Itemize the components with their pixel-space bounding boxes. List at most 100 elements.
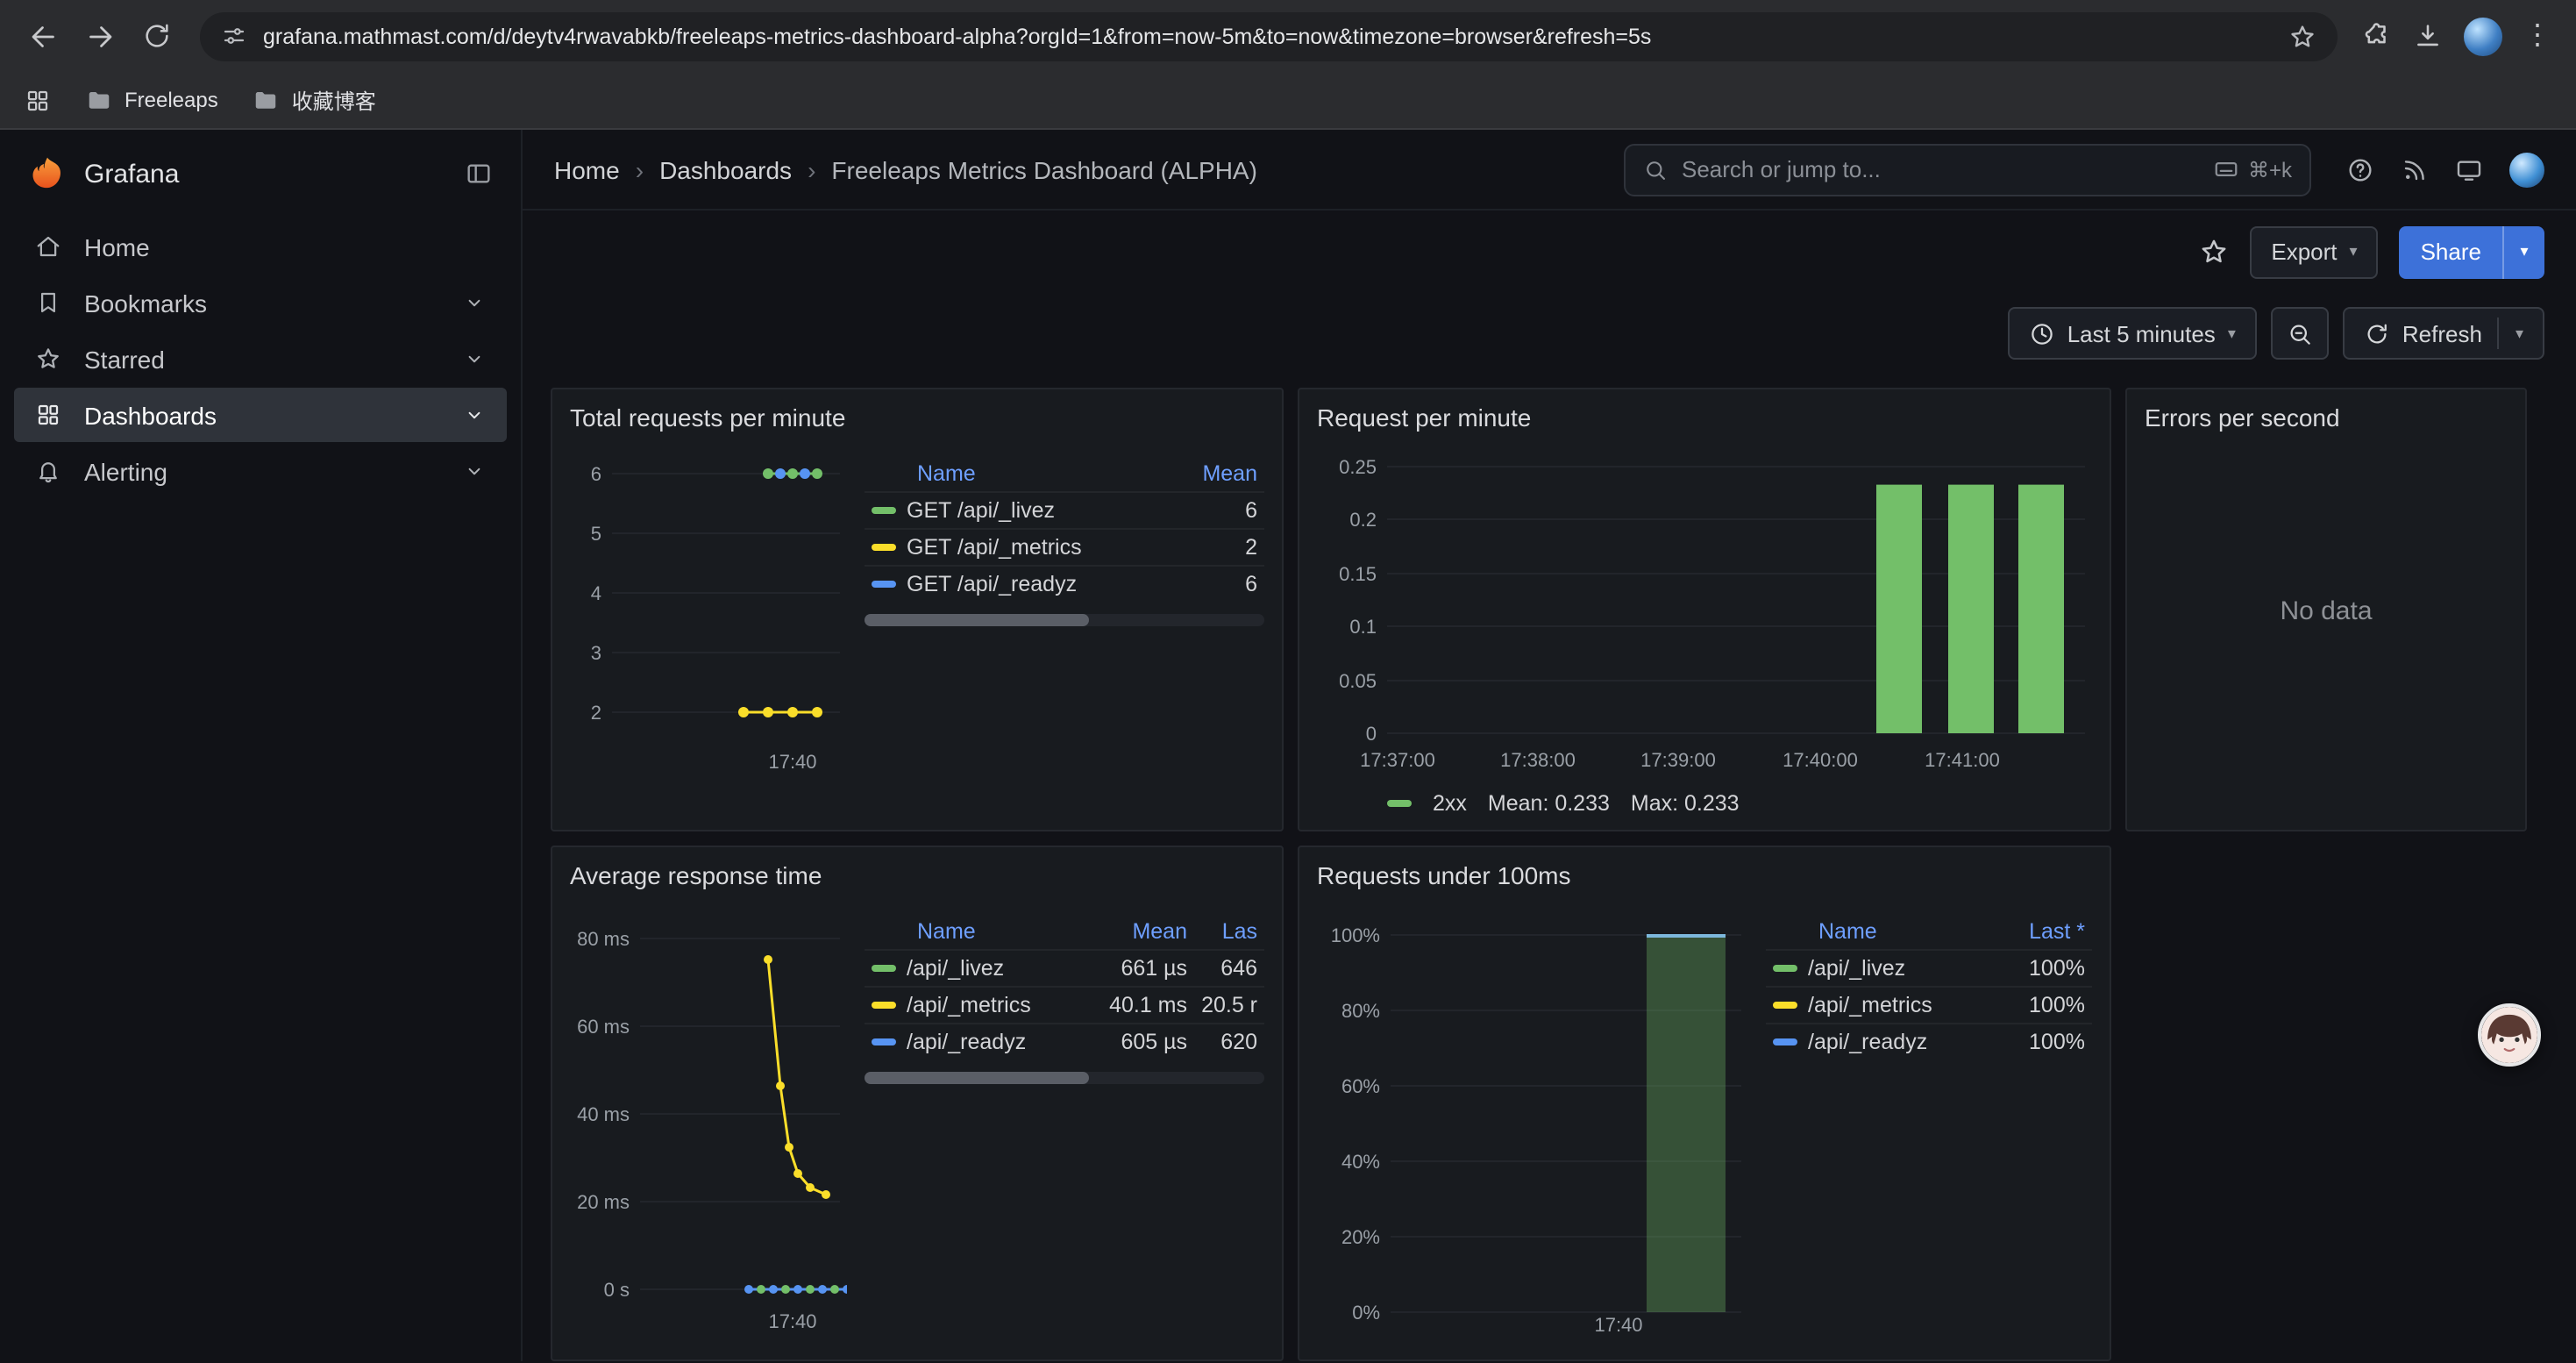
bell-icon bbox=[35, 458, 61, 484]
legend-row[interactable]: GET /api/_readyz 6 bbox=[865, 565, 1264, 602]
chevron-down-icon[interactable] bbox=[463, 460, 486, 482]
total-requests-chart[interactable]: 6 5 4 3 2 17:40 bbox=[570, 435, 847, 779]
export-button[interactable]: Export ▾ bbox=[2250, 225, 2378, 278]
series-name[interactable]: GET /api/_readyz bbox=[907, 572, 1177, 596]
panel-title[interactable]: Average response time bbox=[570, 861, 1264, 889]
axis-tick: 17:40:00 bbox=[1783, 749, 1858, 771]
panel-request-per-minute[interactable]: Request per minute 0.25 0.2 0.15 0.1 bbox=[1298, 388, 2111, 831]
series-name[interactable]: /api/_livez bbox=[1808, 956, 1997, 981]
series-name[interactable]: 2xx bbox=[1433, 791, 1467, 816]
series-name[interactable]: /api/_readyz bbox=[907, 1030, 1078, 1054]
favorite-star-button[interactable] bbox=[2199, 237, 2229, 267]
legend-col-name[interactable]: Name bbox=[917, 461, 1177, 486]
sidebar-item-home[interactable]: Home bbox=[14, 219, 507, 274]
breadcrumb-home[interactable]: Home bbox=[554, 155, 620, 183]
panel-avg-response-time[interactable]: Average response time 80 ms 60 ms 40 ms bbox=[551, 846, 1284, 1361]
share-label[interactable]: Share bbox=[2400, 225, 2502, 278]
legend-col-name[interactable]: Name bbox=[917, 919, 1078, 944]
downloads-icon[interactable] bbox=[2413, 21, 2443, 51]
search-box[interactable]: ⌘+k bbox=[1624, 143, 2311, 196]
reload-button[interactable] bbox=[130, 10, 182, 62]
user-avatar[interactable] bbox=[2509, 152, 2544, 187]
bookmark-star-icon[interactable] bbox=[2288, 22, 2316, 50]
legend-row[interactable]: /api/_livez 100% bbox=[1766, 949, 2092, 986]
refresh-button[interactable]: Refresh ▾ bbox=[2343, 307, 2544, 360]
legend-col-mean[interactable]: Mean bbox=[1187, 461, 1257, 486]
search-input[interactable] bbox=[1682, 156, 2199, 182]
panel-title[interactable]: Errors per second bbox=[2145, 403, 2508, 432]
series-name[interactable]: /api/_livez bbox=[907, 956, 1078, 981]
legend-scrollbar[interactable] bbox=[865, 1072, 1264, 1084]
legend-row[interactable]: /api/_metrics 40.1 ms 20.5 r bbox=[865, 986, 1264, 1023]
browser-menu-icon[interactable]: ⋮ bbox=[2523, 22, 2551, 50]
series-name[interactable]: /api/_readyz bbox=[1808, 1030, 1997, 1054]
panel-errors-per-second[interactable]: Errors per second No data bbox=[2125, 388, 2527, 831]
chevron-down-icon[interactable] bbox=[463, 291, 486, 314]
breadcrumb-sep: › bbox=[636, 155, 644, 183]
axis-tick: 6 bbox=[591, 463, 601, 485]
panel-requests-under-100ms[interactable]: Requests under 100ms 100% 80% bbox=[1298, 846, 2111, 1361]
legend-col-last[interactable]: Last * bbox=[2008, 919, 2085, 944]
apps-grid-icon[interactable] bbox=[25, 87, 51, 113]
legend-row[interactable]: /api/_readyz 605 µs 620 bbox=[865, 1023, 1264, 1060]
sidebar-item-dashboards[interactable]: Dashboards bbox=[14, 388, 507, 442]
avg-response-chart[interactable]: 80 ms 60 ms 40 ms 20 ms 0 s 17:40 bbox=[570, 893, 847, 1335]
share-button[interactable]: Share ▾ bbox=[2400, 225, 2544, 278]
series-name[interactable]: GET /api/_livez bbox=[907, 498, 1177, 523]
breadcrumb-dashboards[interactable]: Dashboards bbox=[659, 155, 792, 183]
axis-tick: 17:40 bbox=[768, 1310, 816, 1332]
sidebar-collapse-icon[interactable] bbox=[465, 160, 493, 188]
series-name[interactable]: /api/_metrics bbox=[1808, 993, 1997, 1017]
under-100ms-chart[interactable]: 100% 80% 60% 40% 20% 0% 17:40 bbox=[1317, 893, 1748, 1335]
panel-title[interactable]: Requests under 100ms bbox=[1317, 861, 2092, 889]
legend-row[interactable]: GET /api/_metrics 2 bbox=[865, 528, 1264, 565]
legend-table: Name Mean GET /api/_livez 6 bbox=[865, 456, 1264, 779]
monitor-icon[interactable] bbox=[2455, 155, 2483, 183]
legend-row[interactable]: /api/_livez 661 µs 646 bbox=[865, 949, 1264, 986]
forward-button[interactable] bbox=[74, 10, 126, 62]
legend-row[interactable]: GET /api/_livez 6 bbox=[865, 491, 1264, 528]
grafana-logo[interactable] bbox=[28, 154, 67, 193]
panel-title[interactable]: Total requests per minute bbox=[570, 403, 1264, 432]
series-mean: 40.1 ms bbox=[1089, 993, 1187, 1017]
series-name[interactable]: /api/_metrics bbox=[907, 993, 1078, 1017]
toolbar-right: ⋮ bbox=[2355, 17, 2558, 55]
url-text[interactable]: grafana.mathmast.com/d/deytv4rwavabkb/fr… bbox=[263, 24, 2273, 48]
floating-avatar[interactable] bbox=[2478, 1003, 2541, 1067]
chevron-down-icon: ▾ bbox=[2228, 324, 2236, 343]
sidebar-item-bookmarks[interactable]: Bookmarks bbox=[14, 275, 507, 330]
panel-total-requests[interactable]: Total requests per minute 6 5 4 bbox=[551, 388, 1284, 831]
share-dropdown-arrow[interactable]: ▾ bbox=[2502, 225, 2544, 278]
legend-scrollbar[interactable] bbox=[865, 614, 1264, 626]
help-icon[interactable] bbox=[2346, 155, 2374, 183]
series-swatch bbox=[1773, 965, 1797, 972]
sidebar-item-alerting[interactable]: Alerting bbox=[14, 444, 507, 498]
axis-tick: 0 bbox=[1366, 723, 1377, 745]
back-button[interactable] bbox=[18, 10, 70, 62]
bookmark-freeleaps[interactable]: Freeleaps bbox=[86, 87, 218, 113]
site-settings-icon[interactable] bbox=[221, 23, 247, 49]
legend-col-mean[interactable]: Mean bbox=[1089, 919, 1187, 944]
legend-col-last[interactable]: Las bbox=[1198, 919, 1257, 944]
legend-row[interactable]: /api/_readyz 100% bbox=[1766, 1023, 2092, 1060]
browser-profile-avatar[interactable] bbox=[2464, 17, 2502, 55]
legend-row[interactable]: /api/_metrics 100% bbox=[1766, 986, 2092, 1023]
sidebar-item-starred[interactable]: Starred bbox=[14, 332, 507, 386]
axis-tick: 4 bbox=[591, 582, 601, 604]
zoom-out-button[interactable] bbox=[2271, 307, 2329, 360]
chevron-down-icon[interactable] bbox=[463, 403, 486, 426]
panel-title[interactable]: Request per minute bbox=[1317, 403, 2092, 432]
axis-tick: 40% bbox=[1341, 1151, 1380, 1173]
address-bar[interactable]: grafana.mathmast.com/d/deytv4rwavabkb/fr… bbox=[200, 11, 2338, 61]
request-per-minute-chart[interactable]: 0.25 0.2 0.15 0.1 0.05 0 17:37:00 17:38:… bbox=[1317, 435, 2092, 779]
news-rss-icon[interactable] bbox=[2401, 155, 2429, 183]
refresh-icon bbox=[2364, 320, 2390, 346]
extensions-icon[interactable] bbox=[2362, 21, 2392, 51]
chevron-down-icon[interactable] bbox=[463, 347, 486, 370]
time-range-picker[interactable]: Last 5 minutes ▾ bbox=[2008, 307, 2257, 360]
series-name[interactable]: GET /api/_metrics bbox=[907, 535, 1177, 560]
folder-icon bbox=[253, 87, 280, 113]
legend-col-name[interactable]: Name bbox=[1818, 919, 1997, 944]
series-mean: 605 µs bbox=[1089, 1030, 1187, 1054]
bookmark-blog-folder[interactable]: 收藏博客 bbox=[253, 85, 376, 115]
